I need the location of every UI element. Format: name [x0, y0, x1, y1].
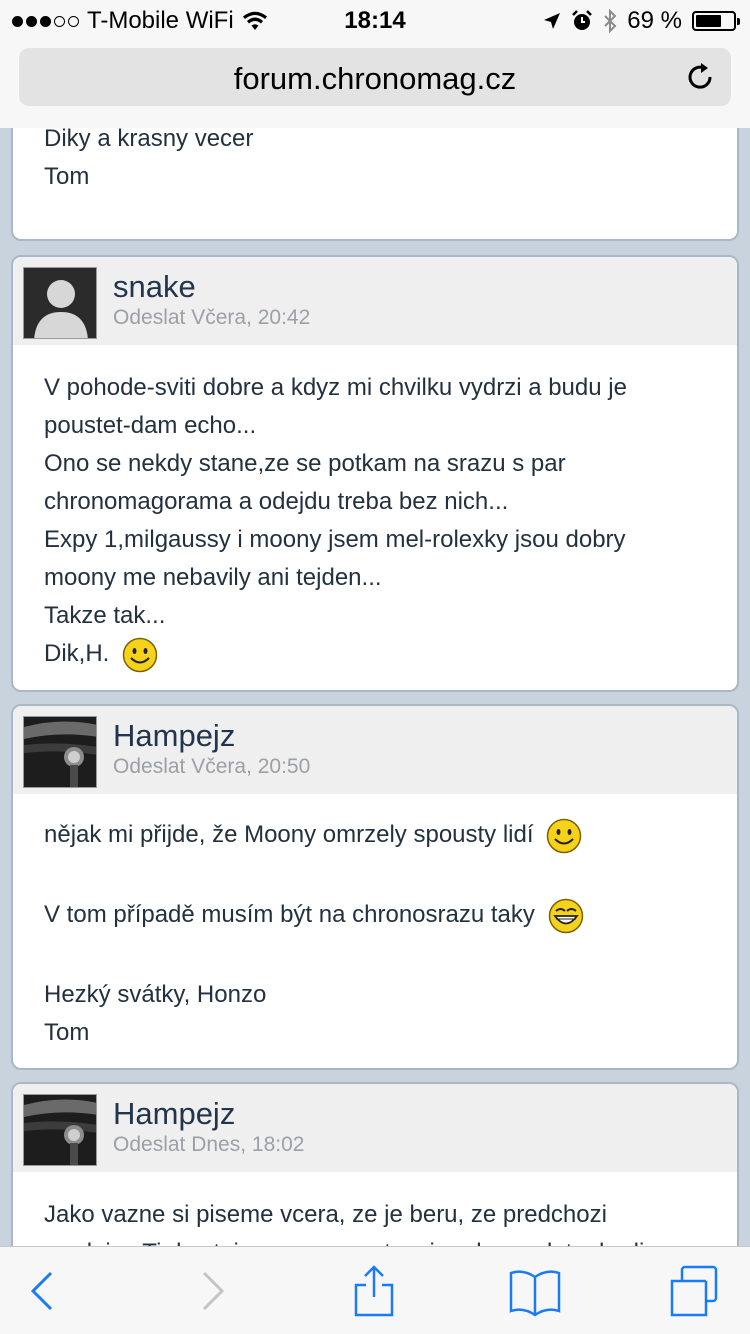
share-icon[interactable]: [348, 1265, 400, 1317]
post-text-line: Tom: [44, 1019, 90, 1046]
battery-icon: [692, 11, 740, 31]
post-text-line: Expy 1,milgaussy i moony jsem mel-rolexk…: [44, 526, 626, 553]
post-text-line: Ono se nekdy stane,ze se potkam na srazu…: [44, 450, 566, 477]
post-text-line: Diky a krasny vecer: [44, 128, 254, 152]
avatar[interactable]: [23, 1094, 97, 1166]
avatar[interactable]: [23, 267, 97, 339]
tabs-icon[interactable]: [668, 1265, 720, 1317]
location-arrow-icon: [544, 13, 561, 29]
post-meta: Odeslat Včera, 20:42: [113, 306, 311, 329]
post-header: Hampejz Odeslat Dnes, 18:02: [13, 1084, 737, 1172]
address-bar[interactable]: forum.chronomag.cz: [19, 48, 731, 106]
browser-header: forum.chronomag.cz: [0, 40, 750, 128]
post-text-line: Dik,H.: [44, 635, 706, 673]
bookmarks-icon[interactable]: [509, 1265, 561, 1317]
reload-icon[interactable]: [683, 60, 717, 94]
post-text-line: V pohode-sviti dobre a kdyz mi chvilku v…: [44, 374, 627, 401]
grin-emoticon-icon: [548, 898, 583, 933]
smile-emoticon-icon: [122, 637, 158, 672]
post-text-line: nějak mi přijde, že Moony omrzely spoust…: [44, 816, 706, 854]
post-text-line: Hezký svátky, Honzo: [44, 981, 267, 1008]
status-bar: T-Mobile WiFi 18:14 69 %: [0, 0, 750, 40]
forum-post: Hampejz Odeslat Dnes, 18:02 Jako vazne s…: [11, 1082, 739, 1246]
post-text-line: Jako vazne si piseme vcera, ze je beru, …: [44, 1201, 607, 1228]
smile-emoticon-icon: [546, 818, 582, 853]
battery-percent: 69 %: [627, 7, 682, 34]
alarm-icon: [572, 10, 593, 30]
post-author[interactable]: snake: [113, 269, 196, 305]
post-text-line: chronomagorama a odejdu treba bez nich..…: [44, 488, 509, 515]
post-author[interactable]: Hampejz: [113, 1096, 235, 1132]
post-text: nějak mi přijde, že Moony omrzely spoust…: [44, 821, 534, 848]
watch-avatar-image: [24, 717, 96, 787]
forum-post: Hampejz Odeslat Včera, 20:50 nějak mi př…: [11, 704, 739, 1070]
post-header: Hampejz Odeslat Včera, 20:50: [13, 706, 737, 794]
url-text[interactable]: forum.chronomag.cz: [19, 61, 731, 97]
back-icon[interactable]: [17, 1265, 69, 1317]
post-text: V tom případě musím být na chronosrazu t…: [44, 901, 535, 928]
forward-icon[interactable]: [186, 1265, 238, 1317]
post-text: Dik,H.: [44, 640, 110, 667]
forum-post: snake Odeslat Včera, 20:42 V pohode-svit…: [11, 255, 739, 692]
bluetooth-icon: [604, 9, 617, 33]
post-text-line: poustet-dam echo...: [44, 412, 257, 439]
avatar[interactable]: [23, 716, 97, 788]
post-meta: Odeslat Dnes, 18:02: [113, 1133, 305, 1156]
forum-thread[interactable]: Diky a krasny vecer Tom snake Odeslat Vč…: [0, 128, 750, 1246]
post-text-line: moony me nebavily ani tejden...: [44, 564, 382, 591]
forum-post: Diky a krasny vecer Tom: [11, 128, 739, 241]
post-meta: Odeslat Včera, 20:50: [113, 755, 311, 778]
post-text-line: V tom případě musím být na chronosrazu t…: [44, 896, 706, 934]
post-author[interactable]: Hampejz: [113, 718, 235, 754]
browser-toolbar: [0, 1246, 750, 1334]
default-avatar-icon: [24, 268, 96, 338]
post-text-line: Takze tak...: [44, 602, 166, 629]
post-text-line: Tom: [44, 163, 90, 190]
post-text-line: prodejce Ti da stejnou zpravu a ty mi po…: [44, 1234, 706, 1246]
watch-avatar-image: [24, 1095, 96, 1165]
post-header: snake Odeslat Včera, 20:42: [13, 257, 737, 345]
